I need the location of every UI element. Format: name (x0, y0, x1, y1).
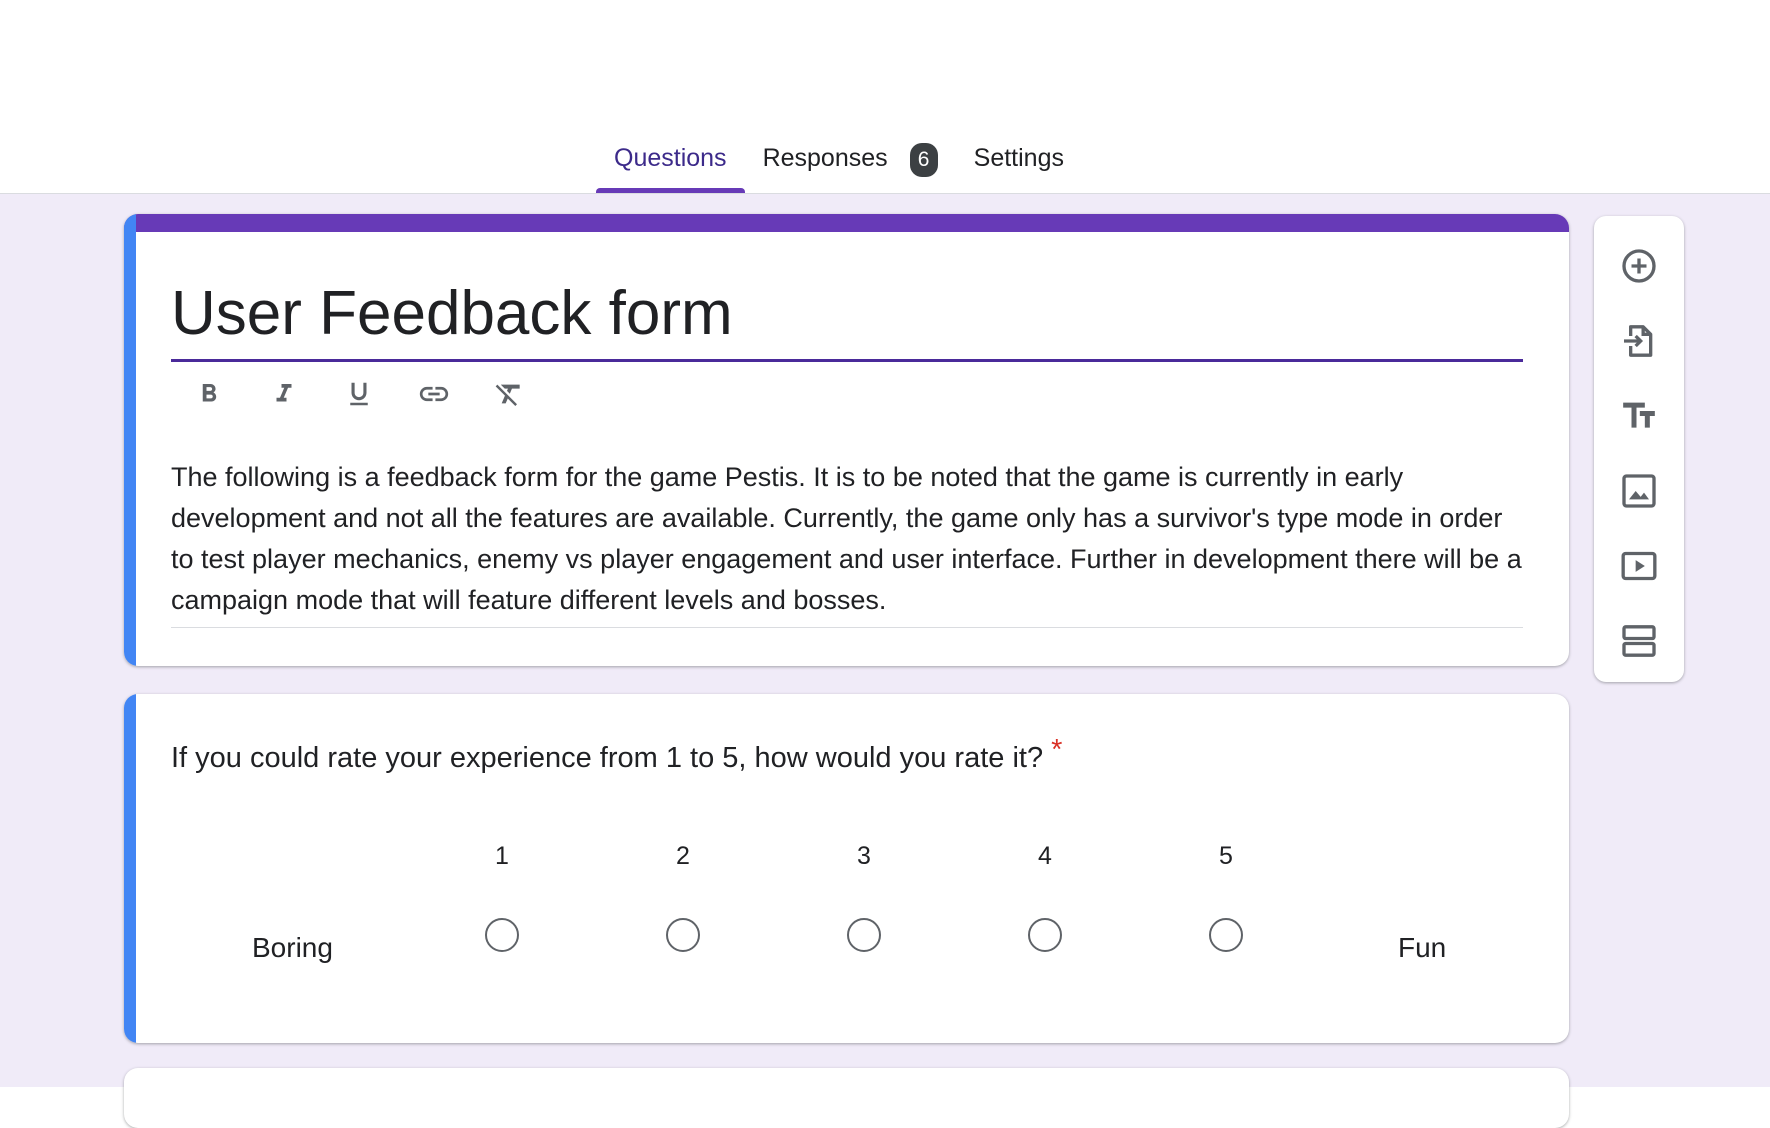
scale-label-5: 5 (1219, 842, 1233, 870)
scale-high-label: Fun (1398, 932, 1447, 963)
tab-responses-label: Responses (762, 144, 888, 172)
form-editor-area: User Feedback form The following is a fe… (0, 194, 1770, 1128)
add-video-icon[interactable] (1619, 546, 1659, 586)
scale-label-4: 4 (1038, 842, 1052, 870)
responses-count-badge: 6 (909, 143, 938, 177)
scale-label-2: 2 (676, 842, 690, 870)
tab-settings-label: Settings (973, 144, 1064, 172)
add-image-icon[interactable] (1619, 471, 1659, 511)
bold-icon[interactable] (192, 377, 226, 411)
link-icon[interactable] (417, 377, 451, 411)
tab-bar: Questions Responses 6 Settings (596, 130, 1082, 193)
required-asterisk: * (1051, 734, 1063, 766)
add-title-icon[interactable] (1619, 396, 1659, 436)
radio-option-2[interactable] (666, 918, 700, 952)
next-question-card[interactable] (124, 1068, 1569, 1128)
radio-option-1[interactable] (485, 918, 519, 952)
top-bar: Questions Responses 6 Settings (0, 0, 1770, 194)
theme-top-accent (124, 214, 1569, 232)
card-left-accent (124, 694, 136, 1043)
floating-toolbar (1594, 216, 1684, 682)
add-section-icon[interactable] (1619, 621, 1659, 661)
active-card-indicator (124, 214, 136, 666)
form-description-input[interactable]: The following is a feedback form for the… (171, 457, 1523, 628)
italic-icon[interactable] (267, 377, 301, 411)
form-title-card: User Feedback form The following is a fe… (124, 214, 1569, 666)
question-card[interactable]: If you could rate your experience from 1… (124, 694, 1569, 1043)
import-questions-icon[interactable] (1619, 321, 1659, 361)
form-title-input[interactable]: User Feedback form (171, 269, 1523, 362)
question-title: If you could rate your experience from 1… (171, 734, 1062, 778)
tab-questions-label: Questions (614, 144, 727, 172)
underline-icon[interactable] (342, 377, 376, 411)
scale-low-label: Boring (252, 932, 333, 963)
radio-option-4[interactable] (1028, 918, 1062, 952)
text-format-toolbar (192, 377, 526, 411)
tab-responses[interactable]: Responses 6 (745, 130, 956, 193)
tab-questions[interactable]: Questions (596, 130, 745, 193)
scale-label-1: 1 (495, 842, 509, 870)
radio-option-5[interactable] (1209, 918, 1243, 952)
scale-label-3: 3 (857, 842, 871, 870)
radio-option-3[interactable] (847, 918, 881, 952)
question-text: If you could rate your experience from 1… (171, 742, 1044, 774)
clear-formatting-icon[interactable] (492, 377, 526, 411)
add-question-icon[interactable] (1619, 246, 1659, 286)
tab-settings[interactable]: Settings (956, 130, 1082, 193)
